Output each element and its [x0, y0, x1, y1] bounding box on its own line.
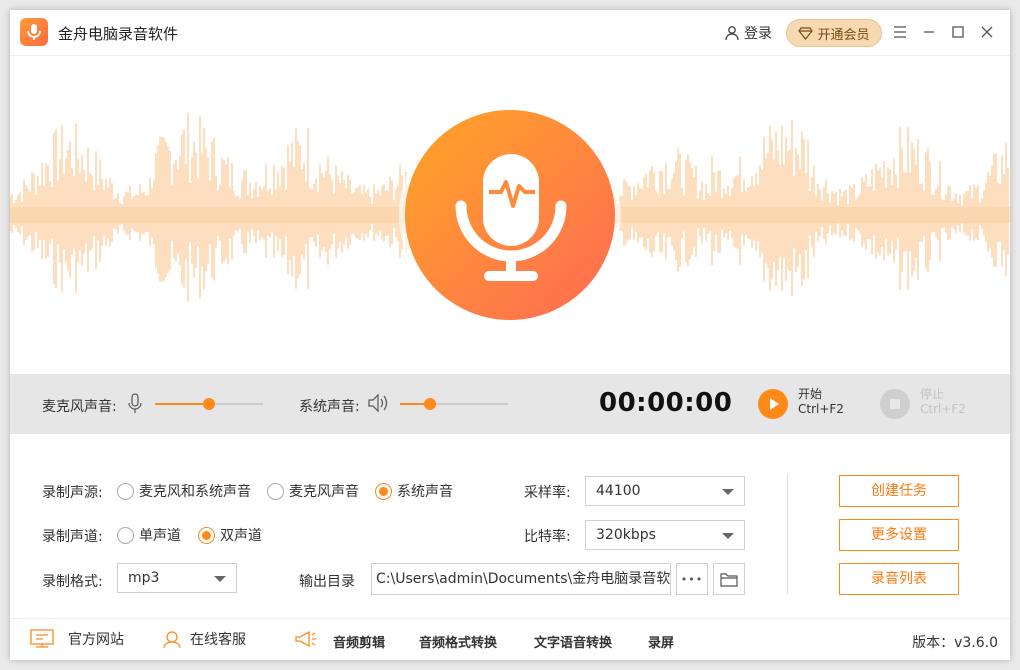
source-option-mic-and-system[interactable]: 麦克风和系统声音 — [117, 481, 251, 501]
start-shortcut: Ctrl+F2 — [798, 402, 844, 416]
radio-button[interactable] — [117, 526, 134, 544]
recording-timer: 00:00:00 — [599, 388, 733, 418]
start-text: 开始 — [798, 387, 823, 401]
service-label: 在线客服 — [190, 632, 246, 648]
play-icon — [770, 398, 779, 410]
open-folder-button[interactable] — [713, 563, 745, 595]
user-icon — [725, 26, 739, 41]
speaker-icon — [368, 393, 388, 413]
browse-more-button[interactable]: ••• — [676, 563, 708, 595]
stop-record-label: 停止 Ctrl+F2 — [920, 387, 966, 417]
radio-label: 麦克风和系统声音 — [139, 484, 251, 500]
system-volume-slider[interactable] — [400, 398, 508, 410]
radio-label: 系统声音 — [397, 484, 453, 500]
start-record-button[interactable] — [758, 389, 788, 419]
website-label: 官方网站 — [68, 632, 124, 648]
record-list-button[interactable]: 录音列表 — [839, 563, 959, 595]
headset-icon — [163, 631, 181, 649]
stop-record-button — [880, 389, 910, 419]
source-option-system[interactable]: 系统声音 — [375, 481, 453, 501]
bitrate-label: 比特率: — [524, 529, 571, 545]
radio-button[interactable] — [117, 482, 134, 500]
radio-button-selected[interactable] — [375, 482, 392, 500]
channel-label: 录制声道: — [42, 529, 103, 545]
diamond-icon — [798, 26, 814, 40]
stop-text: 停止 — [920, 387, 945, 401]
close-icon[interactable] — [977, 22, 997, 42]
mic-volume-knob[interactable] — [203, 398, 215, 410]
record-mic-button[interactable] — [405, 110, 615, 320]
title-bar: 金舟电脑录音软件 登录 开通会员 — [10, 10, 1010, 56]
source-option-mic[interactable]: 麦克风声音 — [267, 481, 359, 501]
radio-button-selected[interactable] — [198, 526, 215, 544]
monitor-icon — [30, 629, 54, 648]
channel-option-stereo[interactable]: 双声道 — [198, 525, 262, 545]
output-path-field[interactable]: C:\Users\admin\Documents\金舟电脑录音软 — [371, 563, 671, 595]
login-label: 登录 — [744, 26, 772, 42]
channel-option-mono[interactable]: 单声道 — [117, 525, 181, 545]
bottom-bar: 官方网站 在线客服 音频剪辑 音频格式转换 文字语音转换 录屏 版本：v3.6.… — [10, 618, 1010, 660]
radio-label: 麦克风声音 — [289, 484, 359, 500]
stop-shortcut: Ctrl+F2 — [920, 402, 966, 416]
samplerate-label: 采样率: — [524, 485, 571, 501]
app-window: 金舟电脑录音软件 登录 开通会员 麦克风声音: 系统声音: 00:00:00 开… — [10, 10, 1010, 660]
tool-screen-record[interactable]: 录屏 — [648, 632, 674, 651]
create-task-button[interactable]: 创建任务 — [839, 475, 959, 507]
more-dots-icon: ••• — [680, 572, 704, 586]
version-text: 版本：v3.6.0 — [912, 635, 998, 651]
app-title: 金舟电脑录音软件 — [58, 25, 179, 43]
chevron-down-icon — [722, 489, 734, 495]
stop-icon — [890, 399, 900, 409]
settings-panel: 录制声源: 麦克风和系统声音 麦克风声音 系统声音 录制声道: 单声道 双声道 … — [10, 434, 1010, 618]
chevron-down-icon — [722, 533, 734, 539]
login-button[interactable]: 登录 — [724, 23, 772, 43]
radio-button[interactable] — [267, 482, 284, 500]
megaphone-icon — [295, 630, 316, 648]
format-select[interactable]: mp3 — [117, 563, 237, 593]
microphone-icon — [455, 154, 567, 281]
mic-volume-label: 麦克风声音: — [42, 399, 117, 415]
app-logo-icon — [20, 18, 48, 46]
format-value: mp3 — [128, 570, 160, 586]
vip-button[interactable]: 开通会员 — [786, 19, 882, 47]
online-service-link[interactable]: 在线客服 — [162, 629, 246, 649]
samplerate-select[interactable]: 44100 — [585, 476, 745, 506]
minimize-icon[interactable] — [919, 22, 939, 42]
bitrate-select[interactable]: 320kbps — [585, 520, 745, 550]
radio-label: 单声道 — [139, 528, 181, 544]
control-bar: 麦克风声音: 系统声音: 00:00:00 开始 Ctrl+F2 停止 Ctrl… — [10, 374, 1010, 434]
radio-label: 双声道 — [220, 528, 262, 544]
system-volume-knob[interactable] — [424, 398, 437, 410]
output-label: 输出目录 — [299, 574, 355, 590]
start-record-label[interactable]: 开始 Ctrl+F2 — [798, 387, 844, 417]
vip-label: 开通会员 — [817, 27, 870, 43]
mic-volume-slider[interactable] — [155, 398, 263, 410]
bitrate-value: 320kbps — [596, 527, 656, 543]
format-label: 录制格式: — [42, 574, 103, 590]
tool-audio-convert[interactable]: 音频格式转换 — [419, 632, 497, 651]
official-website-link[interactable]: 官方网站 — [30, 629, 124, 649]
tool-audio-edit[interactable]: 音频剪辑 — [333, 632, 385, 651]
vertical-divider — [787, 474, 788, 594]
source-label: 录制声源: — [42, 485, 103, 501]
maximize-icon[interactable] — [948, 22, 968, 42]
tool-text-speech[interactable]: 文字语音转换 — [534, 632, 612, 651]
samplerate-value: 44100 — [596, 483, 641, 499]
folder-icon — [720, 572, 738, 587]
chevron-down-icon — [214, 576, 226, 582]
more-settings-button[interactable]: 更多设置 — [839, 519, 959, 551]
microphone-small-icon — [128, 393, 142, 413]
menu-icon[interactable] — [890, 22, 910, 42]
system-volume-label: 系统声音: — [299, 399, 360, 415]
waveform-area — [10, 56, 1010, 374]
